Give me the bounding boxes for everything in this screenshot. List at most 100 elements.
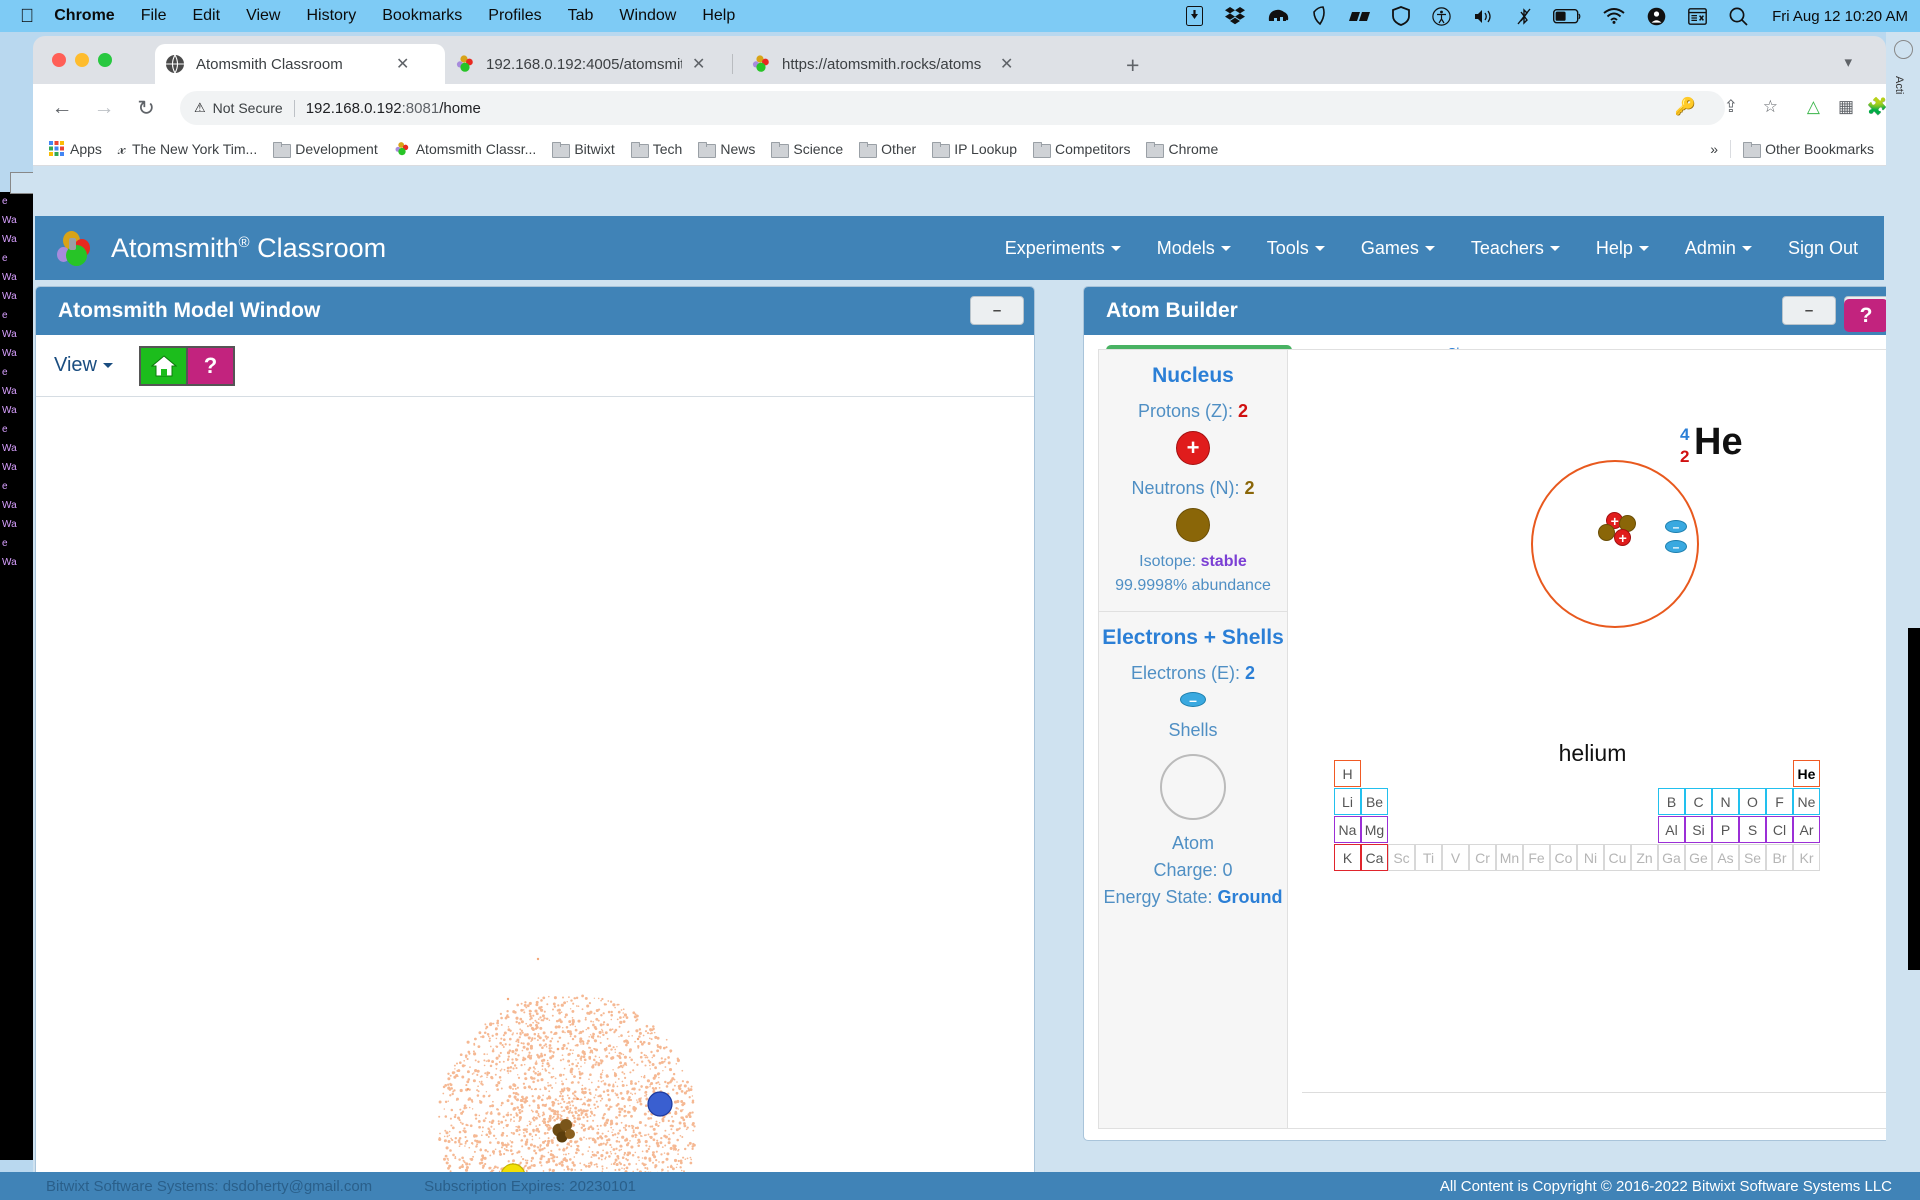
proton-button[interactable]: + — [1176, 431, 1210, 465]
element-cell-b[interactable]: B — [1658, 788, 1685, 815]
element-cell-he[interactable]: He — [1793, 760, 1820, 787]
bookmark-atomsmith[interactable]: Atomsmith Classr... — [394, 141, 537, 157]
element-cell-ge[interactable]: Ge — [1685, 844, 1712, 871]
close-window-button[interactable] — [52, 53, 66, 67]
model-viewport[interactable] — [38, 399, 1032, 1194]
nav-models[interactable]: Models — [1157, 238, 1231, 259]
element-cell-na[interactable]: Na — [1334, 816, 1361, 843]
screenshot-icon[interactable] — [1688, 8, 1707, 25]
element-cell-cr[interactable]: Cr — [1469, 844, 1496, 871]
puzzle-extension-icon[interactable]: 🧩 — [1867, 97, 1886, 117]
element-cell-br[interactable]: Br — [1766, 844, 1793, 871]
tab-atomsmith-rocks[interactable]: https://atomsmith.rocks/atoms ✕ — [741, 44, 1031, 84]
dropbox-install-icon[interactable] — [1186, 6, 1203, 26]
shell-button[interactable] — [1160, 754, 1226, 820]
element-cell-k[interactable]: K — [1334, 844, 1361, 871]
nav-help[interactable]: Help — [1596, 238, 1649, 259]
app-brand[interactable]: Atomsmith® Classroom — [57, 230, 386, 266]
neutron-button[interactable] — [1176, 508, 1210, 542]
share-icon[interactable]: ⇪ — [1724, 97, 1738, 117]
element-cell-n[interactable]: N — [1712, 788, 1739, 815]
bookmark-star-icon[interactable]: ☆ — [1763, 97, 1778, 117]
element-cell-p[interactable]: P — [1712, 816, 1739, 843]
menu-bar-clock[interactable]: Fri Aug 12 10:20 AM — [1772, 8, 1908, 25]
chevron-down-icon[interactable]: ▾ — [1844, 53, 1852, 71]
element-cell-mg[interactable]: Mg — [1361, 816, 1388, 843]
bookmark-other[interactable]: Other — [859, 141, 916, 157]
bookmark-ip-lookup[interactable]: IP Lookup — [932, 141, 1017, 157]
menu-item-tab[interactable]: Tab — [568, 7, 594, 25]
bookmark-chrome[interactable]: Chrome — [1146, 141, 1218, 157]
element-cell-v[interactable]: V — [1442, 844, 1469, 871]
minimize-window-button[interactable] — [75, 53, 89, 67]
home-icon[interactable] — [139, 346, 187, 386]
element-cell-sc[interactable]: Sc — [1388, 844, 1415, 871]
element-cell-ar[interactable]: Ar — [1793, 816, 1820, 843]
bookmark-news[interactable]: News — [698, 141, 755, 157]
element-cell-o[interactable]: O — [1739, 788, 1766, 815]
dropbox-icon[interactable] — [1225, 7, 1245, 25]
menu-item-edit[interactable]: Edit — [192, 7, 220, 25]
electron-button[interactable]: – — [1180, 692, 1206, 707]
nav-sign-out[interactable]: Sign Out — [1788, 238, 1858, 259]
element-cell-li[interactable]: Li — [1334, 788, 1361, 815]
element-cell-ca[interactable]: Ca — [1361, 844, 1388, 871]
menu-item-bookmarks[interactable]: Bookmarks — [382, 7, 462, 25]
periodic-table[interactable]: HHeLiBeBCNOFNeNaMgAlSiPSClArKCaScTiVCrMn… — [1334, 760, 1820, 872]
forward-icon[interactable]: → — [91, 96, 117, 120]
element-cell-si[interactable]: Si — [1685, 816, 1712, 843]
menu-item-file[interactable]: File — [141, 7, 167, 25]
question-mark-icon[interactable]: ? — [187, 346, 235, 386]
element-cell-al[interactable]: Al — [1658, 816, 1685, 843]
other-bookmarks-button[interactable]: Other Bookmarks — [1743, 141, 1874, 157]
fastforward-icon[interactable] — [1348, 8, 1370, 25]
element-cell-h[interactable]: H — [1334, 760, 1361, 787]
menu-item-chrome[interactable]: Chrome — [54, 7, 114, 25]
extension-chart-icon[interactable]: ▦ — [1838, 97, 1854, 117]
key-icon[interactable]: 🔑 — [1675, 97, 1696, 117]
tab-atomsmith-classroom[interactable]: Atomsmith Classroom ✕ — [155, 44, 445, 84]
bookmark-nyt[interactable]: 𝓍 The New York Tim... — [118, 139, 257, 159]
element-cell-ni[interactable]: Ni — [1577, 844, 1604, 871]
drive-icon[interactable]: △ — [1807, 97, 1820, 117]
evernote-icon[interactable] — [1311, 6, 1326, 26]
window-traffic-lights[interactable] — [52, 53, 112, 67]
element-cell-se[interactable]: Se — [1739, 844, 1766, 871]
menu-item-help[interactable]: Help — [702, 7, 735, 25]
atom-builder-help-button[interactable]: ? — [1844, 299, 1886, 332]
apple-icon[interactable]:  — [20, 7, 34, 26]
element-cell-zn[interactable]: Zn — [1631, 844, 1658, 871]
elephant-icon[interactable] — [1267, 7, 1289, 25]
back-icon[interactable]: ← — [49, 96, 75, 120]
bookmark-bitwixt[interactable]: Bitwixt — [552, 141, 614, 157]
element-cell-cu[interactable]: Cu — [1604, 844, 1631, 871]
accessibility-icon[interactable] — [1432, 7, 1451, 26]
close-icon[interactable]: ✕ — [1000, 54, 1013, 74]
minimize-button[interactable]: – — [1782, 296, 1836, 325]
element-cell-mn[interactable]: Mn — [1496, 844, 1523, 871]
element-cell-kr[interactable]: Kr — [1793, 844, 1820, 871]
reload-icon[interactable]: ↻ — [133, 96, 159, 121]
nav-teachers[interactable]: Teachers — [1471, 238, 1560, 259]
element-cell-be[interactable]: Be — [1361, 788, 1388, 815]
element-cell-cl[interactable]: Cl — [1766, 816, 1793, 843]
menu-item-view[interactable]: View — [246, 7, 280, 25]
menu-item-history[interactable]: History — [306, 7, 356, 25]
bookmarks-overflow-button[interactable]: » — [1710, 141, 1718, 157]
element-cell-s[interactable]: S — [1739, 816, 1766, 843]
view-menu-button[interactable]: View — [54, 354, 113, 377]
element-cell-fe[interactable]: Fe — [1523, 844, 1550, 871]
nav-games[interactable]: Games — [1361, 238, 1435, 259]
element-cell-ga[interactable]: Ga — [1658, 844, 1685, 871]
menu-item-window[interactable]: Window — [619, 7, 676, 25]
bookmark-development[interactable]: Development — [273, 141, 378, 157]
address-bar[interactable]: ⚠ Not Secure 192.168.0.192:8081/home — [180, 91, 1725, 125]
element-cell-ti[interactable]: Ti — [1415, 844, 1442, 871]
element-cell-ne[interactable]: Ne — [1793, 788, 1820, 815]
bookmark-tech[interactable]: Tech — [631, 141, 683, 157]
maximize-window-button[interactable] — [98, 53, 112, 67]
new-tab-button[interactable]: + — [1126, 52, 1139, 79]
bookmark-apps[interactable]: Apps — [49, 141, 102, 157]
user-icon[interactable] — [1647, 7, 1666, 26]
minimize-button[interactable]: – — [970, 296, 1024, 325]
